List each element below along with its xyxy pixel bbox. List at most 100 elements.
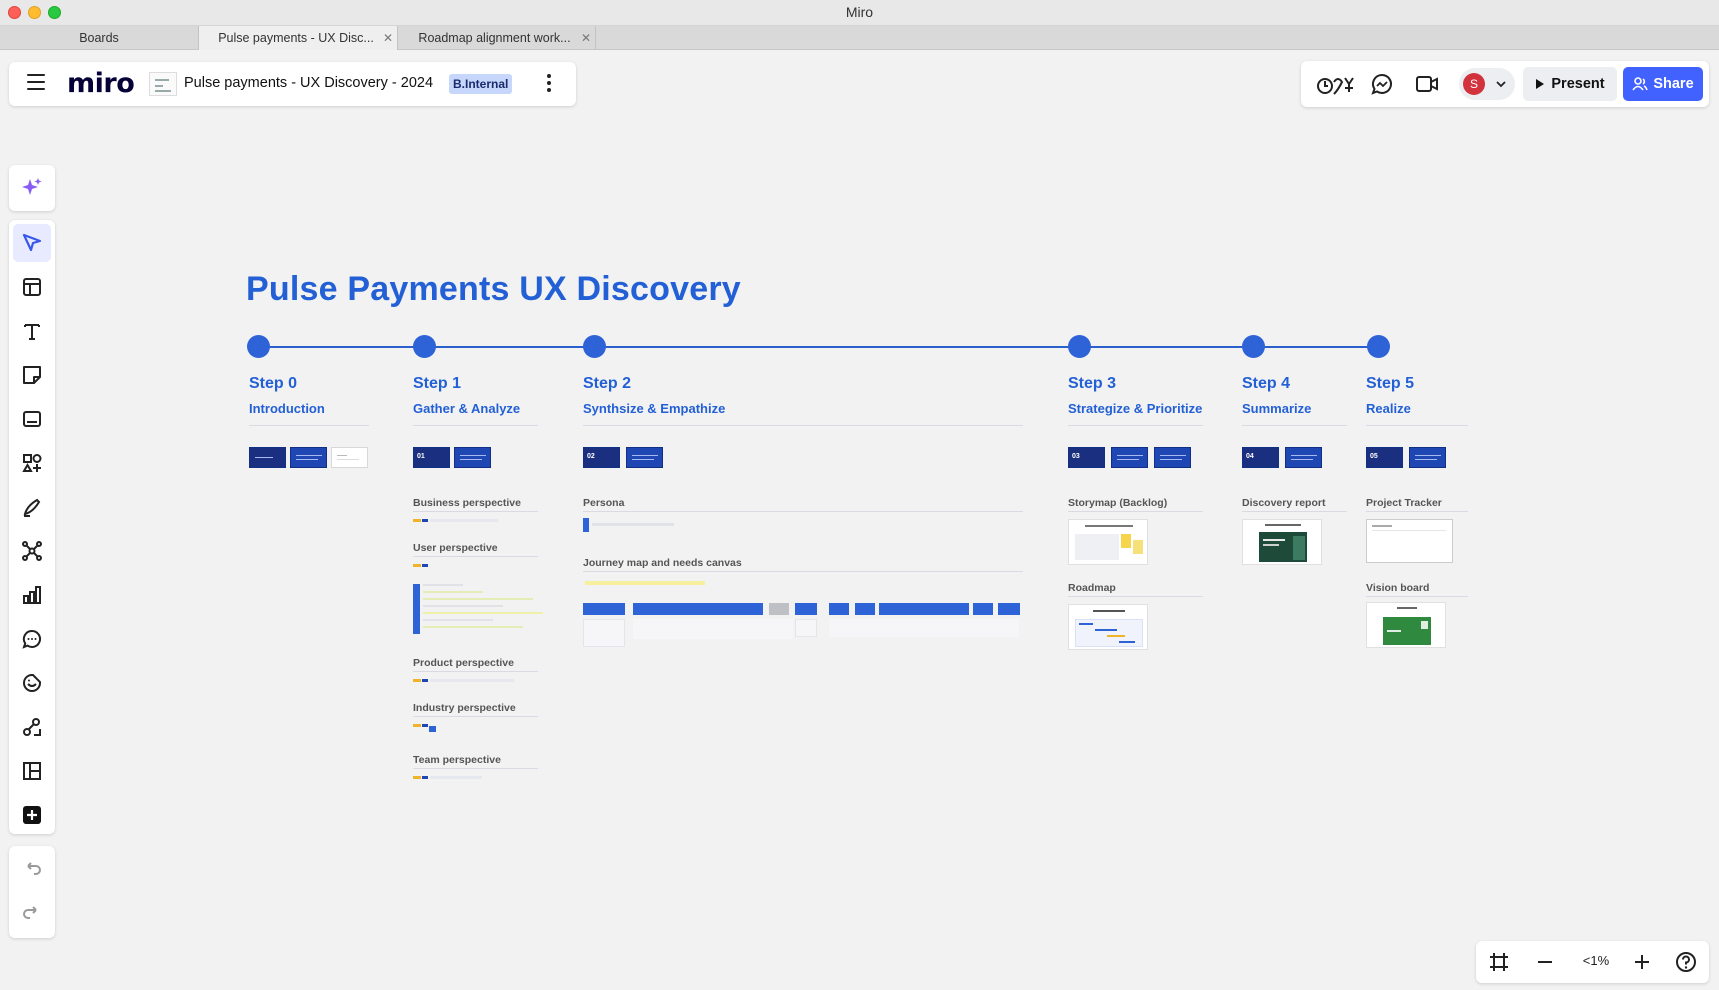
zoom-out-icon[interactable]: [1532, 950, 1558, 974]
section-label: Team perspective: [413, 754, 501, 766]
emoji-sticker-icon[interactable]: [13, 664, 51, 702]
step-5: Step 5 Realize: [1366, 375, 1414, 416]
board-canvas[interactable]: [0, 50, 1719, 990]
diagram-icon[interactable]: [13, 708, 51, 746]
classification-badge[interactable]: B.Internal: [449, 74, 513, 94]
vision-board-thumbnail[interactable]: [1366, 602, 1446, 648]
zoom-level[interactable]: <1%: [1578, 953, 1614, 968]
redo-icon[interactable]: [13, 894, 51, 932]
ai-sparkle-icon[interactable]: [13, 169, 51, 207]
collaboration-toolbar: S Present Share: [1301, 61, 1709, 107]
timeline-node: [1242, 335, 1265, 358]
zoom-in-icon[interactable]: [1629, 950, 1655, 974]
divider: [1068, 596, 1203, 597]
project-tracker-thumbnail[interactable]: [1366, 519, 1453, 563]
board-thumbnail-icon[interactable]: [149, 72, 177, 96]
section-slide[interactable]: [454, 447, 491, 468]
tab-boards[interactable]: Boards: [0, 26, 199, 50]
card-icon[interactable]: [13, 400, 51, 438]
miro-logo[interactable]: miro: [67, 68, 135, 99]
section-label: Journey map and needs canvas: [583, 557, 742, 569]
tab-close-icon[interactable]: ✕: [379, 31, 397, 45]
divider: [413, 556, 538, 557]
fit-to-screen-icon[interactable]: [1486, 950, 1512, 974]
more-apps-icon[interactable]: [13, 796, 51, 834]
section-slide[interactable]: 01: [413, 447, 450, 468]
section-label: Project Tracker: [1366, 497, 1442, 509]
main-menu-icon[interactable]: [27, 74, 45, 92]
slide-number: 02: [587, 453, 595, 460]
section-slide[interactable]: [1285, 447, 1322, 468]
section-slide[interactable]: 04: [1242, 447, 1279, 468]
section-slide[interactable]: [290, 447, 327, 468]
divider: [413, 425, 538, 426]
step-3: Step 3 Strategize & Prioritize: [1068, 375, 1202, 416]
step-number: Step 5: [1366, 375, 1415, 392]
board-heading: Pulse Payments UX Discovery: [246, 270, 741, 308]
step-0: Step 0 Introduction: [249, 375, 325, 416]
chevron-down-icon[interactable]: [1495, 77, 1507, 95]
step-number: Step 1: [413, 375, 462, 392]
section-slide[interactable]: 03: [1068, 447, 1105, 468]
window-title: Miro: [845, 4, 874, 20]
present-button[interactable]: Present: [1523, 67, 1617, 101]
share-label: Share: [1653, 76, 1694, 92]
persona-marker: [583, 518, 589, 532]
share-button[interactable]: Share: [1623, 67, 1703, 101]
help-icon[interactable]: [1673, 950, 1699, 974]
journey-map-canvas[interactable]: [583, 579, 1023, 649]
section-slide[interactable]: [626, 447, 663, 468]
board-title[interactable]: Pulse payments - UX Discovery - 2024: [184, 75, 433, 91]
mini-marker: [430, 776, 482, 779]
roadmap-thumbnail[interactable]: [1068, 604, 1148, 650]
step-name: Strategize & Prioritize: [1068, 401, 1203, 416]
comment-icon[interactable]: [13, 620, 51, 658]
board-options-icon[interactable]: [546, 74, 552, 94]
storymap-thumbnail[interactable]: [1068, 519, 1148, 565]
templates-icon[interactable]: [13, 268, 51, 306]
tab-bar: Boards Pulse payments - UX Disc... ✕ Roa…: [0, 26, 1719, 50]
collaborators-menu[interactable]: S: [1459, 68, 1515, 100]
mini-marker: [430, 679, 514, 682]
mind-map-icon[interactable]: [13, 532, 51, 570]
shapes-icon[interactable]: [13, 444, 51, 482]
divider: [1366, 425, 1468, 426]
mini-marker: [413, 724, 421, 727]
frames-icon[interactable]: [13, 752, 51, 790]
section-label: Persona: [583, 497, 625, 509]
slide-number: 01: [417, 453, 425, 460]
slide-number: 05: [1370, 453, 1378, 460]
video-call-icon[interactable]: [1414, 72, 1440, 96]
section-slide[interactable]: 02: [583, 447, 620, 468]
tab-close-icon[interactable]: ✕: [577, 31, 595, 45]
chart-icon[interactable]: [13, 576, 51, 614]
tab-label: Boards: [79, 31, 119, 45]
tab-pulse-payments[interactable]: Pulse payments - UX Disc... ✕: [199, 26, 398, 50]
section-slide[interactable]: [1111, 447, 1148, 468]
step-number: Step 3: [1068, 375, 1117, 392]
tab-roadmap-alignment[interactable]: Roadmap alignment work... ✕: [398, 26, 596, 50]
select-cursor-icon[interactable]: [13, 224, 51, 262]
step-name: Introduction: [249, 401, 325, 416]
left-toolbar: [9, 220, 55, 834]
section-slide[interactable]: [1409, 447, 1446, 468]
mini-marker: [422, 679, 428, 682]
timeline-node: [1068, 335, 1091, 358]
reactions-icon[interactable]: [1315, 72, 1359, 96]
board-header-panel: miro Pulse payments - UX Discovery - 202…: [9, 62, 576, 106]
section-slide[interactable]: [249, 447, 286, 468]
mini-marker: [422, 776, 428, 779]
undo-icon[interactable]: [13, 850, 51, 888]
discovery-report-thumbnail[interactable]: [1242, 519, 1322, 565]
user-avatar[interactable]: S: [1463, 73, 1485, 95]
chat-icon[interactable]: [1369, 72, 1395, 96]
research-grid: [413, 578, 543, 636]
section-slide[interactable]: [331, 447, 368, 468]
pen-icon[interactable]: [13, 488, 51, 526]
text-icon[interactable]: [13, 312, 51, 350]
section-slide[interactable]: [1154, 447, 1191, 468]
section-label: Roadmap: [1068, 582, 1116, 594]
sticky-note-icon[interactable]: [13, 356, 51, 394]
section-slide[interactable]: 05: [1366, 447, 1403, 468]
slide-number: 04: [1246, 453, 1254, 460]
